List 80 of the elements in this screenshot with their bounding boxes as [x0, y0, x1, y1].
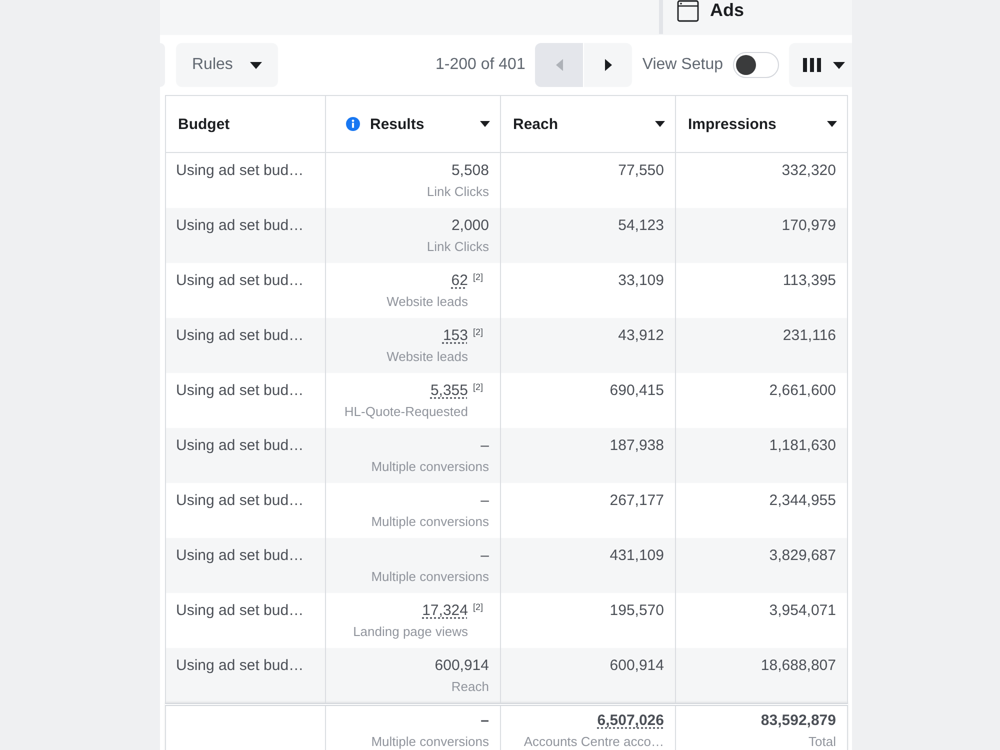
result-type: Link Clicks: [426, 184, 489, 200]
result-type: Website leads: [386, 294, 468, 310]
impressions-value: 113,395: [782, 272, 836, 290]
total-label: Multiple conversions: [371, 734, 489, 750]
impressions-value: 18,688,807: [760, 657, 836, 675]
reach-value: 690,415: [610, 382, 664, 400]
result-value: 17,324: [422, 602, 468, 620]
result-type: Website leads: [386, 349, 468, 365]
view-setup-label: View Setup: [642, 56, 723, 74]
footnote-mark: [2]: [472, 272, 483, 282]
rules-button[interactable]: Rules: [176, 43, 278, 87]
window-icon: [677, 0, 699, 22]
result-value: 600,914: [434, 657, 489, 675]
reach-value: 187,938: [610, 437, 664, 455]
caret-icon: [827, 121, 837, 127]
reach-value: 43,912: [618, 327, 664, 345]
impressions-value: 231,116: [782, 327, 836, 345]
info-icon: [346, 117, 360, 131]
page-range: 1-200 of 401: [435, 56, 526, 74]
result-type: Multiple conversions: [371, 569, 489, 585]
total-label: Accounts Centre acco…: [524, 734, 664, 750]
reach-value: 195,570: [610, 602, 664, 620]
next-page-button[interactable]: [584, 43, 632, 87]
result-type: Landing page views: [353, 624, 468, 640]
result-value: 62: [451, 272, 468, 290]
caret-right-icon: [604, 59, 612, 71]
result-type: Link Clicks: [426, 239, 489, 255]
budget-text: Using ad set bud…: [176, 657, 304, 674]
result-value: –: [480, 492, 489, 510]
budget-text: Using ad set bud…: [176, 437, 304, 454]
column-header[interactable]: Impressions: [675, 96, 848, 152]
total-value: 6,507,026: [597, 712, 664, 730]
impressions-value: 170,979: [782, 217, 836, 235]
total-label: Total: [808, 734, 836, 750]
budget-text: Using ad set bud…: [176, 547, 304, 564]
budget-text: Using ad set bud…: [176, 602, 304, 619]
budget-text: Using ad set bud…: [176, 382, 304, 399]
reach-value: 77,550: [618, 162, 664, 180]
reach-value: 33,109: [618, 272, 664, 290]
reach-value: 267,177: [610, 492, 664, 510]
impressions-value: 2,344,955: [769, 492, 836, 510]
total-value: –: [480, 712, 489, 730]
footnote-mark: [2]: [472, 382, 483, 392]
impressions-value: 2,661,600: [769, 382, 836, 400]
impressions-value: 1,181,630: [769, 437, 836, 455]
result-value: 5,508: [451, 162, 489, 180]
footnote-mark: [2]: [472, 602, 483, 612]
footnote-mark: [2]: [472, 327, 483, 337]
budget-text: Using ad set bud…: [176, 327, 304, 344]
caret-left-icon: [556, 59, 563, 71]
columns-button[interactable]: [789, 43, 852, 87]
caret-icon: [833, 62, 845, 68]
result-value: –: [480, 437, 489, 455]
caret-icon: [655, 121, 665, 127]
column-header[interactable]: Results: [325, 96, 500, 152]
result-value: 5,355: [430, 382, 468, 400]
result-type: Reach: [451, 679, 489, 695]
total-value: 83,592,879: [760, 712, 836, 730]
result-type: HL-Quote-Requested: [344, 404, 468, 420]
impressions-value: 3,954,071: [769, 602, 836, 620]
reach-value: 431,109: [610, 547, 664, 565]
column-header[interactable]: Budget: [165, 96, 325, 152]
reach-value: 600,914: [610, 657, 664, 675]
caret-icon: [480, 121, 490, 127]
result-value: –: [480, 547, 489, 565]
result-type: Multiple conversions: [371, 514, 489, 530]
budget-text: Using ad set bud…: [176, 217, 304, 234]
result-value: 153: [442, 327, 468, 345]
budget-text: Using ad set bud…: [176, 272, 304, 289]
result-value: 2,000: [451, 217, 489, 235]
columns-icon: [803, 58, 821, 72]
column-header[interactable]: Reach: [500, 96, 675, 152]
impressions-value: 3,829,687: [769, 547, 836, 565]
budget-text: Using ad set bud…: [176, 162, 304, 179]
impressions-value: 332,320: [782, 162, 836, 180]
view-setup-toggle[interactable]: [733, 52, 779, 78]
budget-text: Using ad set bud…: [176, 492, 304, 509]
reach-value: 54,123: [618, 217, 664, 235]
caret-icon: [250, 62, 262, 68]
result-type: Multiple conversions: [371, 459, 489, 475]
